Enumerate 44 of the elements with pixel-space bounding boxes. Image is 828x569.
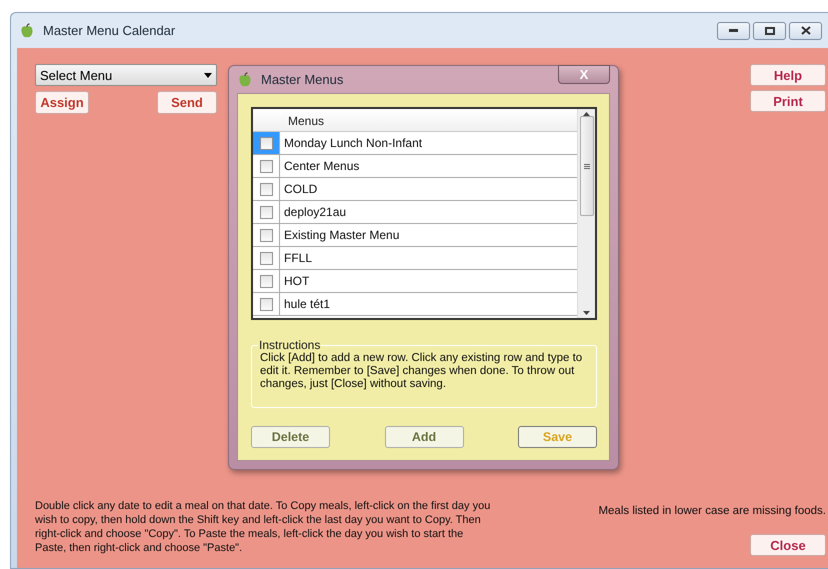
caret-icon [204, 72, 212, 78]
row-header[interactable] [253, 132, 280, 154]
table-cell-text: Monday Lunch Non-Infant [283, 135, 424, 152]
row-checkbox[interactable] [260, 252, 272, 264]
menu-dropdown[interactable]: Select Menu [35, 64, 217, 86]
grip-icon [584, 164, 590, 168]
row-checkbox[interactable] [260, 182, 272, 196]
table-cell-text: Existing Master Menu [283, 227, 400, 244]
print-button[interactable]: Print [750, 90, 826, 112]
table-cell-text: FFLL [283, 250, 314, 267]
apple-icon [237, 72, 253, 88]
dialog-title: Master Menus [261, 72, 344, 87]
close-icon [800, 26, 810, 35]
apple-icon [19, 22, 35, 38]
table-cell-text: Center Menus [283, 158, 360, 175]
row-checkbox[interactable] [260, 274, 272, 288]
scrollbar[interactable] [577, 109, 595, 318]
minimize-button[interactable] [717, 22, 750, 40]
row-checkbox[interactable] [260, 136, 272, 150]
assign-button[interactable]: Assign [35, 91, 89, 114]
maximize-icon [764, 26, 774, 34]
table-cell-text: deploy21au [283, 204, 348, 221]
missing-foods-note: Meals listed in lower case are missing foods. [598, 505, 826, 517]
instructions-label: Instructions [258, 338, 322, 352]
table-cell-text: COLD [283, 181, 318, 198]
close-button[interactable] [789, 22, 822, 40]
window-title: Master Menu Calendar [43, 23, 176, 38]
instructions-text: Click [Add] to add a new row. Click any existing row and type to edit it. Remember to [Save] changes when done. To throw out changes, just [Close] without saving. [260, 352, 584, 391]
minimize-icon [729, 29, 738, 32]
row-checkbox[interactable] [260, 206, 272, 218]
row-checkbox[interactable] [260, 228, 272, 242]
maximize-button[interactable] [753, 22, 786, 40]
row-checkbox[interactable] [260, 160, 272, 172]
help-text: Double click any date to edit a meal on that date. To Copy meals, left-click on the first day you wish to copy, then hold down the Shift key and left-click the last day you want to Copy. Then right-click and choose "Copy". To Paste the meals, left-click the day you wish to start the Paste, then right-click and choose "Paste". [35, 499, 492, 555]
scroll-down-icon [583, 311, 590, 315]
dialog-button[interactable]: Add [384, 426, 464, 448]
row-checkbox[interactable] [260, 298, 272, 310]
table-cell-text: HOT [283, 273, 310, 290]
table-cell-text: hule tét1 [283, 296, 332, 313]
scroll-thumb[interactable] [580, 116, 594, 216]
help-button[interactable]: Help [750, 64, 826, 86]
dialog-button[interactable]: Delete [251, 426, 330, 448]
send-button[interactable]: Send [157, 91, 217, 114]
close-button[interactable]: Close [750, 534, 826, 556]
